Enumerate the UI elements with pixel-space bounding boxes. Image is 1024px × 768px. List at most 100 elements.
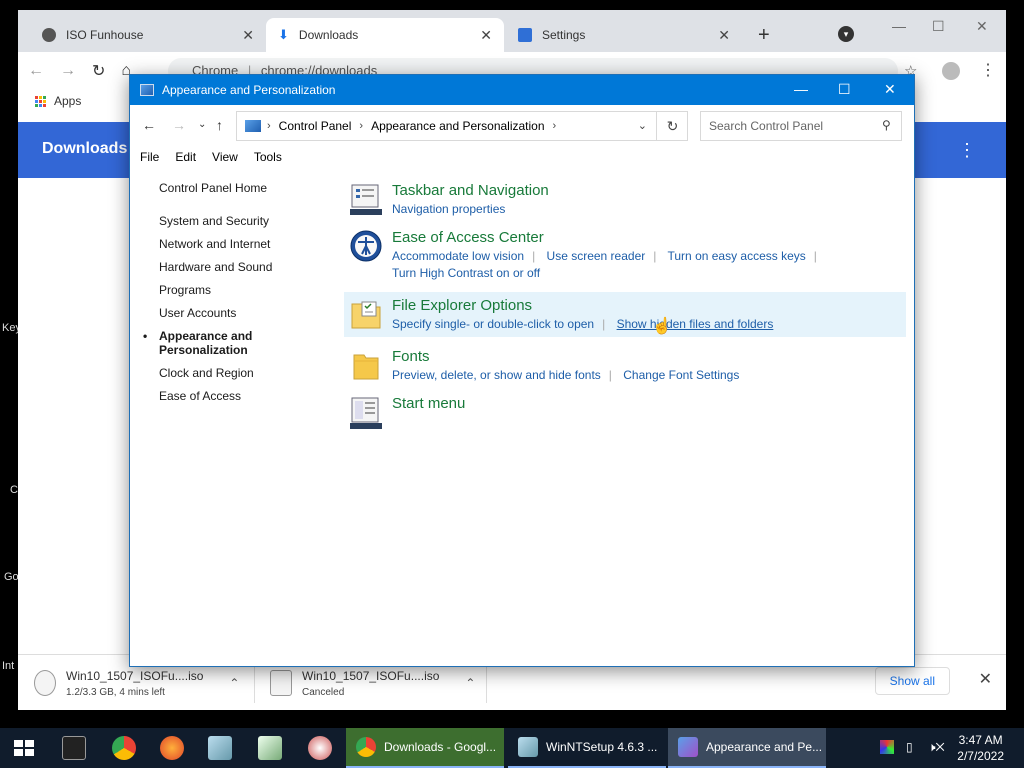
download-icon: ⬇ — [278, 27, 289, 42]
new-tab-button[interactable]: + — [758, 24, 770, 47]
chrome-icon[interactable] — [112, 736, 136, 760]
category-start-menu: Start menu — [346, 394, 906, 429]
link-low-vision[interactable]: Accommodate low vision — [392, 249, 524, 263]
sidebar-item-system-security[interactable]: System and Security — [159, 214, 329, 228]
sidebar-item-clock-region[interactable]: Clock and Region — [159, 366, 329, 380]
taskbar-task-chrome[interactable]: Downloads - Googl... — [346, 728, 504, 768]
close-icon[interactable]: ✕ — [884, 81, 896, 98]
link-show-hidden-files[interactable]: Show hidden files and folders — [617, 317, 774, 331]
winntsetup-icon — [518, 737, 538, 757]
link-preview-fonts[interactable]: Preview, delete, or show and hide fonts — [392, 368, 601, 382]
maximize-icon[interactable]: ☐ — [838, 81, 851, 98]
speaker-muted-icon[interactable]: 🕨✕ — [928, 740, 945, 755]
taskbar-task-winntsetup[interactable]: WinNTSetup 4.6.3 ... — [508, 728, 666, 768]
close-icon[interactable]: ✕ — [718, 27, 730, 44]
close-icon[interactable]: ✕ — [979, 669, 992, 689]
menu-tools[interactable]: Tools — [254, 150, 282, 164]
category-title[interactable]: Fonts — [392, 347, 906, 367]
forward-icon[interactable]: → — [60, 62, 76, 80]
address-bar[interactable]: › Control Panel › Appearance and Persona… — [236, 111, 688, 141]
download-item[interactable]: Win10_1507_ISOFu....iso Canceled ⌃ — [270, 663, 475, 703]
close-icon[interactable]: ✕ — [976, 18, 988, 35]
control-panel-icon — [245, 120, 261, 132]
chevron-up-icon[interactable]: ⌃ — [465, 676, 475, 690]
color-app-tray-icon[interactable] — [880, 740, 894, 754]
link-high-contrast[interactable]: Turn High Contrast on or off — [392, 266, 540, 280]
profile-avatar[interactable] — [942, 62, 960, 80]
category-title[interactable]: Ease of Access Center — [392, 228, 906, 248]
link-navigation-properties[interactable]: Navigation properties — [392, 202, 505, 216]
menu-edit[interactable]: Edit — [175, 150, 196, 164]
link-separator: | — [653, 249, 657, 263]
sidebar-item-appearance[interactable]: Appearance and Personalization — [143, 329, 329, 357]
close-icon[interactable]: ✕ — [480, 27, 492, 44]
tab-settings[interactable]: Settings ✕ — [506, 18, 742, 52]
category-links: Preview, delete, or show and hide fonts |… — [392, 367, 906, 384]
breadcrumb-separator-icon[interactable]: › — [553, 120, 557, 132]
maximize-icon[interactable]: ☐ — [932, 18, 945, 35]
taskbar-task-control-panel[interactable]: Appearance and Pe... — [668, 728, 826, 768]
link-single-double-click[interactable]: Specify single- or double-click to open — [392, 317, 594, 331]
bookmark-apps[interactable]: Apps — [54, 94, 81, 108]
terminal-icon[interactable] — [62, 736, 86, 760]
firefox-icon[interactable] — [160, 736, 184, 760]
tab-iso-funhouse[interactable]: ISO Funhouse ✕ — [30, 18, 266, 52]
window-title: Appearance and Personalization — [162, 83, 336, 97]
refresh-icon[interactable]: ↻ — [656, 111, 688, 141]
tab-label: Downloads — [298, 28, 359, 42]
download-item[interactable]: Win10_1507_ISOFu....iso 1.2/3.3 GB, 4 mi… — [34, 663, 239, 703]
link-separator: | — [532, 249, 536, 263]
menu-file[interactable]: File — [140, 150, 159, 164]
more-options-icon[interactable]: ⋮ — [958, 140, 976, 161]
link-easy-access-keys[interactable]: Turn on easy access keys — [668, 249, 806, 263]
usb-drive-icon[interactable]: ▯ — [906, 740, 913, 754]
sidebar-item-home[interactable]: Control Panel Home — [159, 181, 329, 195]
breadcrumb-control-panel[interactable]: Control Panel — [279, 119, 352, 133]
category-title[interactable]: File Explorer Options — [392, 296, 906, 316]
category-title[interactable]: Taskbar and Navigation — [392, 181, 906, 201]
divider — [486, 663, 487, 703]
windows-start-icon[interactable] — [14, 740, 34, 756]
back-icon[interactable]: ← — [28, 62, 44, 80]
chrome-menu-icon[interactable]: ⋮ — [980, 60, 996, 80]
forward-icon[interactable]: → — [172, 117, 186, 133]
menu-view[interactable]: View — [212, 150, 238, 164]
navigation-bar: ← → ⌄ ↑ › Control Panel › Appearance and… — [130, 105, 914, 145]
recent-locations-icon[interactable]: ⌄ — [198, 119, 206, 130]
app-icon[interactable] — [208, 736, 232, 760]
search-icon[interactable]: ⚲ — [882, 118, 891, 132]
tab-search-icon[interactable]: ▾ — [838, 26, 854, 42]
system-clock[interactable]: 3:47 AM 2/7/2022 — [957, 732, 1004, 764]
minimize-icon[interactable]: — — [892, 18, 906, 34]
sidebar-item-user-accounts[interactable]: User Accounts — [159, 306, 329, 320]
link-change-font-settings[interactable]: Change Font Settings — [623, 368, 739, 382]
chevron-up-icon[interactable]: ⌃ — [229, 676, 239, 690]
sidebar-item-ease-of-access[interactable]: Ease of Access — [159, 389, 329, 403]
apps-icon[interactable] — [34, 95, 46, 107]
chevron-down-icon[interactable]: ⌄ — [638, 119, 647, 132]
category-title[interactable]: Start menu — [392, 394, 906, 414]
task-label: WinNTSetup 4.6.3 ... — [546, 740, 658, 754]
app-icon[interactable] — [308, 736, 332, 760]
search-input[interactable]: Search Control Panel — [700, 111, 902, 141]
category-taskbar: Taskbar and Navigation Navigation proper… — [346, 181, 906, 218]
divider — [254, 663, 255, 703]
back-icon[interactable]: ← — [142, 117, 156, 133]
title-bar[interactable]: Appearance and Personalization — ☐ ✕ — [130, 75, 914, 105]
minimize-icon[interactable]: — — [794, 81, 808, 97]
show-all-button[interactable]: Show all — [874, 667, 950, 695]
breadcrumb-separator-icon[interactable]: › — [359, 120, 363, 132]
tab-downloads[interactable]: ⬇ Downloads ✕ — [266, 18, 504, 52]
reload-icon[interactable]: ↻ — [92, 61, 105, 81]
link-screen-reader[interactable]: Use screen reader — [547, 249, 646, 263]
task-label: Downloads - Googl... — [384, 740, 497, 754]
download-filename: Win10_1507_ISOFu....iso — [302, 668, 440, 683]
chrome-icon — [356, 737, 376, 757]
close-icon[interactable]: ✕ — [242, 27, 254, 44]
notepad-icon[interactable] — [258, 736, 282, 760]
breadcrumb-appearance[interactable]: Appearance and Personalization — [371, 119, 544, 133]
sidebar-item-network[interactable]: Network and Internet — [159, 237, 329, 251]
up-icon[interactable]: ↑ — [216, 117, 223, 133]
sidebar-item-hardware[interactable]: Hardware and Sound — [159, 260, 329, 274]
sidebar-item-programs[interactable]: Programs — [159, 283, 329, 297]
